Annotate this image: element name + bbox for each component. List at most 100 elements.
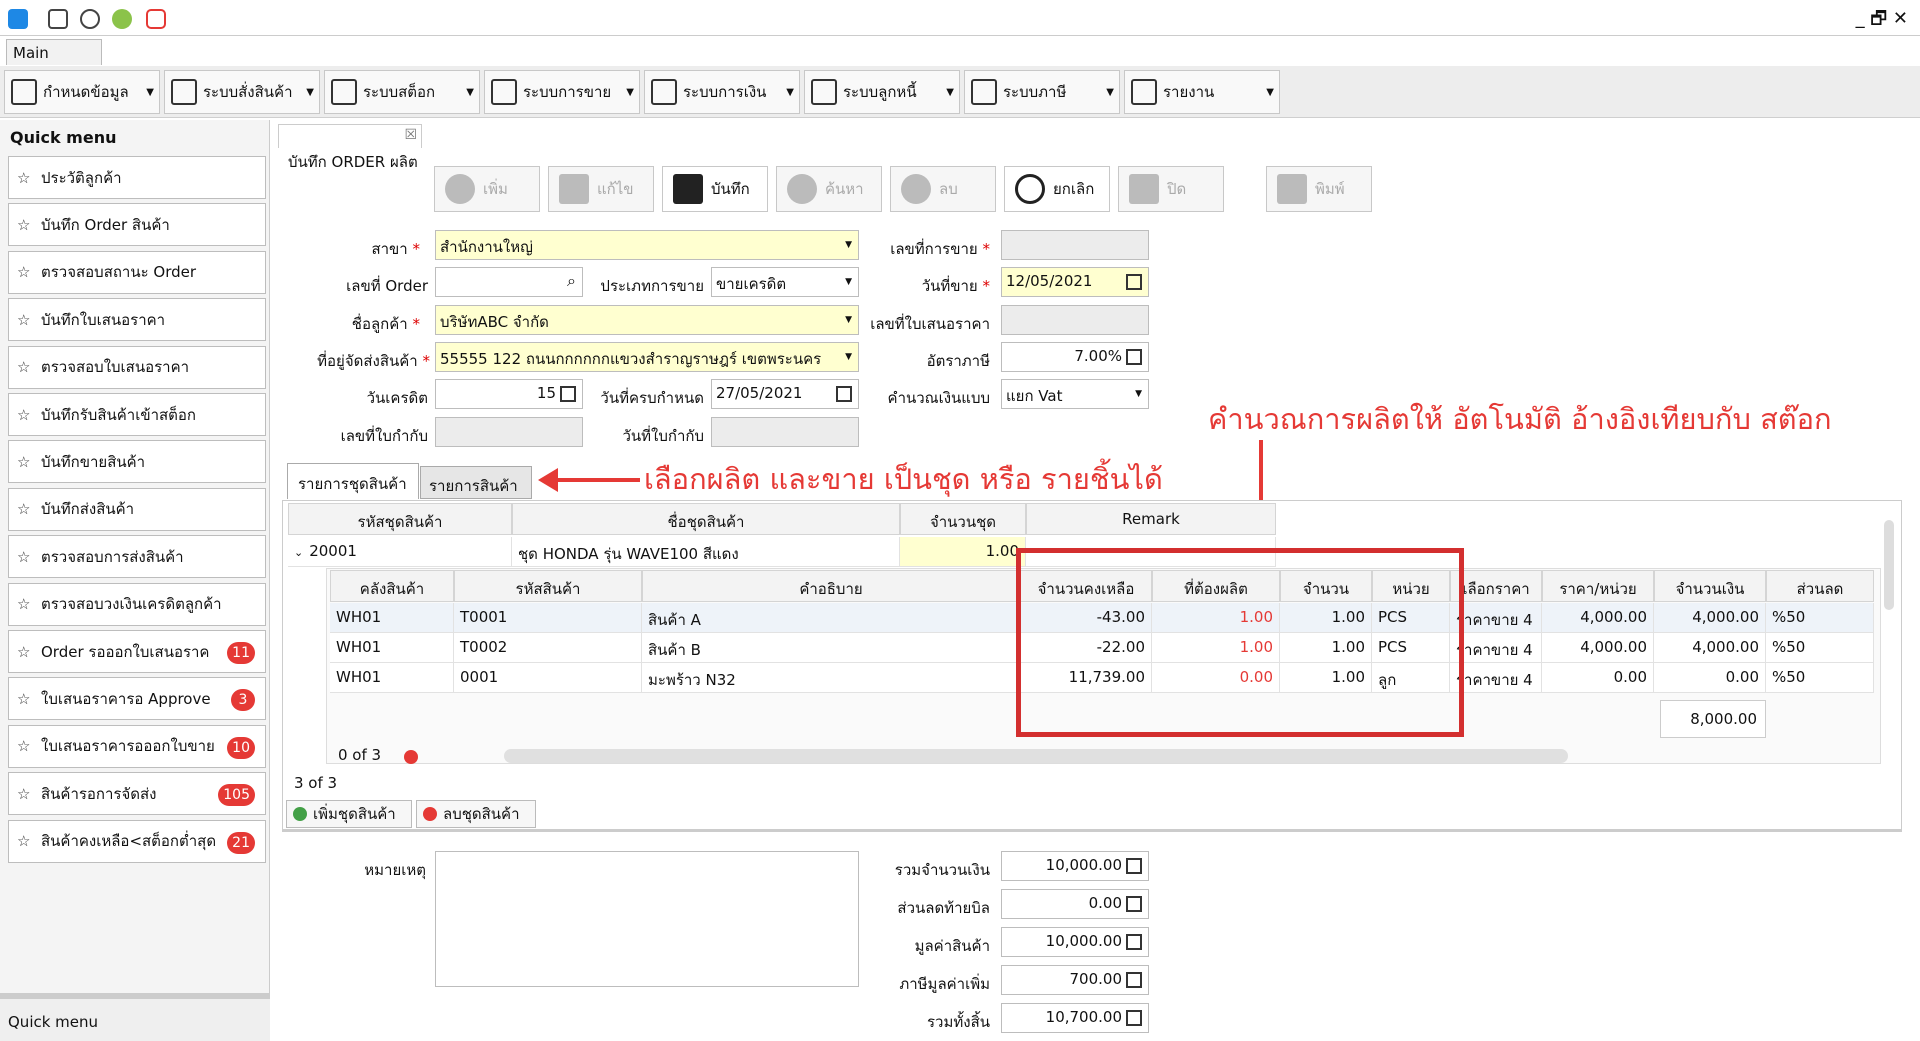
col-set-name[interactable]: ชื่อชุดสินค้า bbox=[512, 503, 900, 535]
vertical-scrollbar[interactable] bbox=[1884, 520, 1894, 610]
cell-wh[interactable]: WH01 bbox=[330, 603, 454, 633]
col-amount[interactable]: จำนวนเงิน bbox=[1654, 570, 1766, 602]
remove-set-button[interactable]: ลบชุดสินค้า bbox=[416, 800, 536, 828]
horizontal-scrollbar[interactable] bbox=[504, 749, 1568, 763]
quick-menu-item[interactable]: ☆ บันทึกรับสินค้าเข้าสต็อก bbox=[8, 393, 266, 436]
quick-menu-item[interactable]: ☆ บันทึกใบเสนอราคา bbox=[8, 298, 266, 342]
cell-code[interactable]: T0002 bbox=[454, 633, 642, 663]
close-button[interactable]: ปิด bbox=[1118, 166, 1224, 212]
tax-invoice-no-field[interactable] bbox=[435, 417, 583, 447]
sale-type-select[interactable]: ขายเครดิต ▼ bbox=[711, 267, 859, 297]
set-row-code[interactable]: ⌄ 20001 bbox=[288, 537, 512, 567]
quick-menu-item[interactable]: ☆ ใบเสนอราคารอออกใบขาย 10 bbox=[8, 724, 266, 768]
total-field[interactable]: 700.00 bbox=[1001, 965, 1149, 995]
menu-stock[interactable]: ระบบสต็อก ▼ bbox=[324, 70, 480, 114]
set-row-qty[interactable]: 1.00 bbox=[900, 537, 1026, 567]
total-field[interactable]: 0.00 bbox=[1001, 889, 1149, 919]
quick-menu-item[interactable]: ☆ ตรวจสอบการส่งสินค้า bbox=[8, 535, 266, 579]
col-set-qty[interactable]: จำนวนชุด bbox=[900, 503, 1026, 535]
credit-days-field[interactable]: 15 bbox=[435, 379, 583, 409]
calc-mode-select[interactable]: แยก Vat ▼ bbox=[1001, 379, 1149, 409]
branch-select[interactable]: สำนักงานใหญ่ ▼ bbox=[435, 230, 859, 260]
tab-set-items[interactable]: รายการชุดสินค้า bbox=[287, 463, 419, 499]
quick-menu-item[interactable]: ☆ ใบเสนอราคารอ Approve 3 bbox=[8, 677, 266, 721]
close-tab-icon[interactable]: ☒ bbox=[404, 127, 417, 143]
quick-menu-item[interactable]: ☆ ตรวจสอบสถานะ Order bbox=[8, 250, 266, 294]
window-controls[interactable]: _ 🗗 ✕ bbox=[1856, 6, 1908, 36]
menu-sales[interactable]: ระบบการขาย ▼ bbox=[484, 70, 640, 114]
customer-select[interactable]: บริษัทABC จำกัด ▼ bbox=[435, 305, 859, 335]
col-price[interactable]: ราคา/หน่วย bbox=[1542, 570, 1654, 602]
print-button[interactable]: พิมพ์ bbox=[1266, 166, 1372, 212]
cell-desc[interactable]: มะพร้าว N32 bbox=[642, 663, 1020, 693]
menu-master-data[interactable]: กำหนดข้อมูล ▼ bbox=[4, 70, 160, 114]
quick-menu-item[interactable]: ☆ บันทึก Order สินค้า bbox=[8, 203, 266, 247]
search-button[interactable]: ค้นหา bbox=[776, 166, 882, 212]
quote-no-field[interactable] bbox=[1001, 305, 1149, 335]
app-icon[interactable] bbox=[8, 9, 28, 29]
power-icon[interactable] bbox=[146, 9, 166, 29]
menu-finance[interactable]: ระบบการเงิน ▼ bbox=[644, 70, 800, 114]
col-desc[interactable]: คำอธิบาย bbox=[642, 570, 1020, 602]
col-set-code[interactable]: รหัสชุดสินค้า bbox=[288, 503, 512, 535]
cell-disc[interactable]: %50 bbox=[1766, 663, 1874, 693]
cell-amount[interactable]: 0.00 bbox=[1654, 663, 1766, 693]
quick-menu-item[interactable]: ☆ สินค้ารอการจัดส่ง 105 bbox=[8, 772, 266, 816]
menu-reports[interactable]: รายงาน ▼ bbox=[1124, 70, 1280, 114]
main-menu-tab[interactable]: Main menu bbox=[6, 39, 102, 80]
address-select[interactable]: 55555 122 ถนนกกกกกกแขวงสำราญราษฎร์ เขตพร… bbox=[435, 342, 859, 372]
cancel-button[interactable]: ยกเลิก bbox=[1004, 166, 1110, 212]
edit-button[interactable]: แก้ไข bbox=[548, 166, 654, 212]
cell-price[interactable]: 4,000.00 bbox=[1542, 603, 1654, 633]
col-disc[interactable]: ส่วนลด bbox=[1766, 570, 1874, 602]
users-icon[interactable] bbox=[112, 9, 132, 29]
quick-menu-item[interactable]: ☆ บันทึกส่งสินค้า bbox=[8, 487, 266, 531]
sale-date-field[interactable]: 12/05/2021 bbox=[1001, 267, 1149, 297]
remove-icon[interactable] bbox=[404, 750, 418, 764]
cloud-download-icon[interactable] bbox=[80, 9, 100, 29]
cell-code[interactable]: T0001 bbox=[454, 603, 642, 633]
delete-button[interactable]: ลบ bbox=[890, 166, 996, 212]
document-tab[interactable]: ☒ bbox=[278, 124, 422, 148]
tax-rate-field[interactable]: 7.00% bbox=[1001, 342, 1149, 372]
total-field[interactable]: 10,000.00 bbox=[1001, 927, 1149, 957]
cell-wh[interactable]: WH01 bbox=[330, 663, 454, 693]
menu-purchase[interactable]: ระบบสั่งสินค้า ▼ bbox=[164, 70, 320, 114]
quick-menu-footer[interactable]: Quick menu bbox=[0, 993, 270, 1041]
set-row-name[interactable]: ชุด HONDA รุ่น WAVE100 สีแดง bbox=[512, 537, 900, 567]
total-field[interactable]: 10,000.00 bbox=[1001, 851, 1149, 881]
col-remark[interactable]: Remark bbox=[1026, 503, 1276, 535]
tax-invoice-date-field[interactable] bbox=[711, 417, 859, 447]
col-wh[interactable]: คลังสินค้า bbox=[330, 570, 454, 602]
cell-price[interactable]: 4,000.00 bbox=[1542, 633, 1654, 663]
cell-disc[interactable]: %50 bbox=[1766, 603, 1874, 633]
quick-menu-item[interactable]: ☆ Order รอออกใบเสนอราค 11 bbox=[8, 630, 266, 673]
cell-amount[interactable]: 4,000.00 bbox=[1654, 603, 1766, 633]
quick-menu-item[interactable]: ☆ ตรวจสอบวงเงินเครดิตลูกค้า bbox=[8, 582, 266, 626]
total-field[interactable]: 10,700.00 bbox=[1001, 1003, 1149, 1033]
dropdown-arrow-icon: ▼ bbox=[845, 352, 852, 362]
save-button[interactable]: บันทึก bbox=[662, 166, 768, 212]
cell-desc[interactable]: สินค้า B bbox=[642, 633, 1020, 663]
quick-menu-item[interactable]: ☆ สินค้าคงเหลือ<สต็อกต่ำสุด 21 bbox=[8, 819, 266, 863]
add-button[interactable]: เพิ่ม bbox=[434, 166, 540, 212]
cell-code[interactable]: 0001 bbox=[454, 663, 642, 693]
quick-menu-item[interactable]: ☆ บันทึกขายสินค้า bbox=[8, 440, 266, 484]
menu-receivables[interactable]: ระบบลูกหนี้ ▼ bbox=[804, 70, 960, 114]
quick-menu-item[interactable]: ☆ ตรวจสอบใบเสนอราคา bbox=[8, 345, 266, 389]
order-no-field[interactable]: ⌕ bbox=[435, 267, 583, 297]
quick-menu-item[interactable]: ☆ ประวัติลูกค้า bbox=[8, 156, 266, 199]
calculator-icon[interactable] bbox=[48, 9, 68, 29]
col-code[interactable]: รหัสสินค้า bbox=[454, 570, 642, 602]
tab-items[interactable]: รายการสินค้า bbox=[420, 466, 532, 499]
sale-no-field[interactable] bbox=[1001, 230, 1149, 260]
cell-price[interactable]: 0.00 bbox=[1542, 663, 1654, 693]
due-date-field[interactable]: 27/05/2021 bbox=[711, 379, 859, 409]
cell-amount[interactable]: 4,000.00 bbox=[1654, 633, 1766, 663]
add-set-button[interactable]: เพิ่มชุดสินค้า bbox=[286, 800, 412, 828]
menu-tax[interactable]: ระบบภาษี ▼ bbox=[964, 70, 1120, 114]
cell-desc[interactable]: สินค้า A bbox=[642, 603, 1020, 633]
remark-textarea[interactable] bbox=[435, 851, 859, 987]
cell-wh[interactable]: WH01 bbox=[330, 633, 454, 663]
cell-disc[interactable]: %50 bbox=[1766, 633, 1874, 663]
